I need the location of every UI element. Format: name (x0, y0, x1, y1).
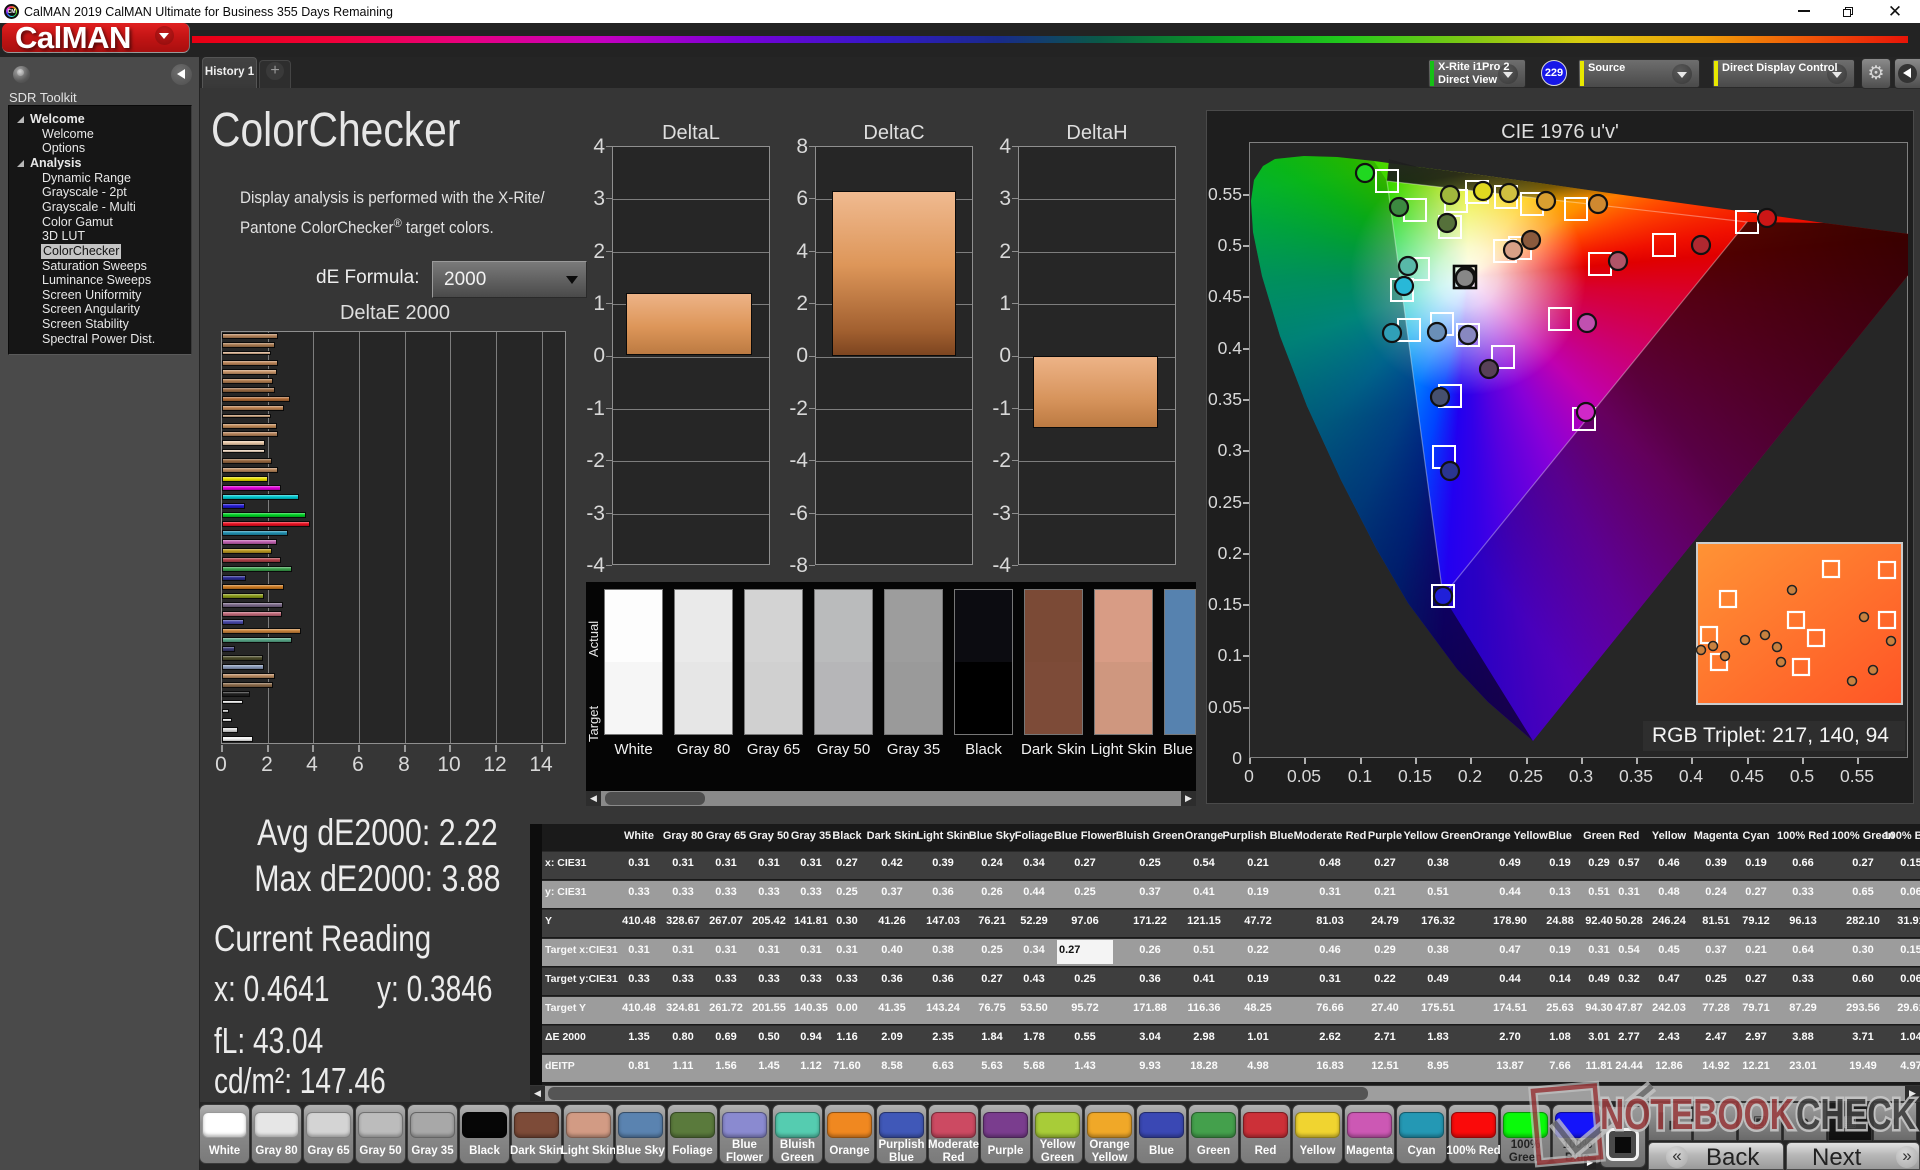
svg-text:CHECK: CHECK (1796, 1090, 1916, 1139)
svg-text:NOTEBOOK: NOTEBOOK (1600, 1090, 1794, 1139)
